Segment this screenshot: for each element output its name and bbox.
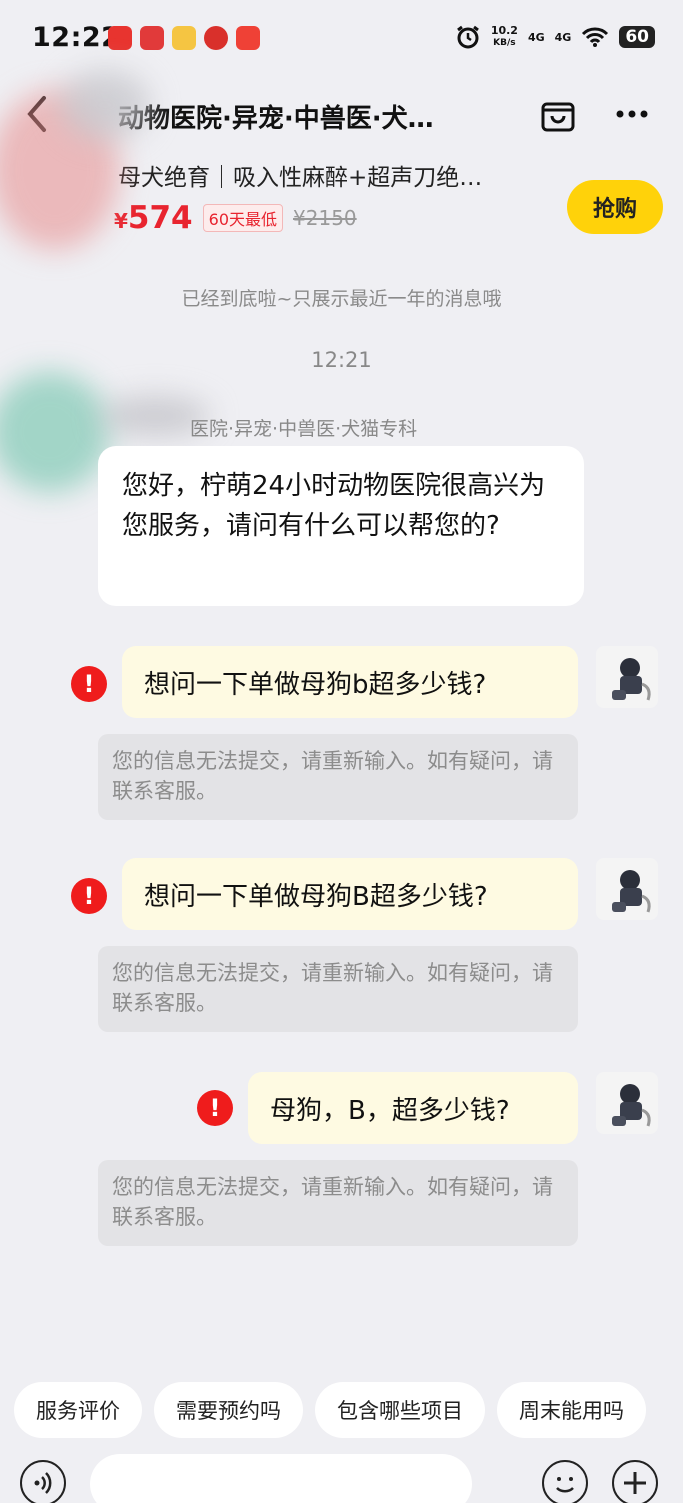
signal-2: 4G xyxy=(554,30,572,44)
net-speed: 10.2 KB/s xyxy=(491,25,518,49)
shop-title[interactable]: 动物医院·异宠·中兽医·犬… xyxy=(118,98,518,135)
send-failed-notice: 您的信息无法提交，请重新输入。如有疑问，请联系客服。 xyxy=(98,946,578,1032)
buy-button[interactable]: 抢购 xyxy=(567,180,663,234)
avatar-image xyxy=(612,870,651,913)
net-speed-unit: KB/s xyxy=(493,38,516,48)
quick-reply-weekend[interactable]: 周末能用吗 xyxy=(497,1382,646,1438)
quick-reply-appointment[interactable]: 需要预约吗 xyxy=(154,1382,303,1438)
app-notification-icon xyxy=(140,26,164,50)
signal-1: 4G xyxy=(527,30,545,44)
send-error-icon[interactable]: ! xyxy=(71,666,107,702)
status-indicators: 10.2 KB/s 4G 4G 60 xyxy=(455,24,655,50)
history-end-note: 已经到底啦~只展示最近一年的消息哦 xyxy=(181,288,502,310)
message-timestamp: 12:21 xyxy=(311,348,372,372)
more-icon xyxy=(616,110,648,118)
input-bar xyxy=(0,1454,683,1503)
user-avatar[interactable] xyxy=(596,1072,658,1134)
emoji-button[interactable] xyxy=(542,1460,588,1503)
price-value: 574 xyxy=(127,200,193,236)
outgoing-message[interactable]: 想问一下单做母狗B超多少钱? xyxy=(122,858,578,930)
quick-reply-bar: 服务评价 需要预约吗 包含哪些项目 周末能用吗 xyxy=(14,1382,646,1438)
avatar-image xyxy=(612,658,651,701)
send-failed-notice: 您的信息无法提交，请重新输入。如有疑问，请联系客服。 xyxy=(98,1160,578,1246)
privacy-blur xyxy=(60,70,150,140)
privacy-blur xyxy=(0,372,110,492)
wifi-icon xyxy=(582,27,609,47)
weibo-icon xyxy=(172,26,196,50)
app-notification-icon xyxy=(236,26,260,50)
outgoing-message[interactable]: 想问一下单做母狗b超多少钱? xyxy=(122,646,578,718)
voice-button[interactable] xyxy=(20,1460,66,1503)
plus-icon xyxy=(624,1472,646,1494)
alarm-icon xyxy=(456,25,479,49)
status-bar: 12:22 10.2 KB/s 4G 4G 60 xyxy=(0,0,683,78)
price-currency: ¥ xyxy=(114,209,128,233)
send-failed-notice: 您的信息无法提交，请重新输入。如有疑问，请联系客服。 xyxy=(98,734,578,820)
net-speed-value: 10.2 xyxy=(490,24,518,37)
original-price: ¥2150 xyxy=(293,206,357,230)
store-button[interactable] xyxy=(538,94,578,134)
current-price: ¥574 xyxy=(114,200,193,236)
user-avatar[interactable] xyxy=(596,858,658,920)
quick-reply-rating[interactable]: 服务评价 xyxy=(14,1382,142,1438)
price-row: ¥574 60天最低 ¥2150 xyxy=(114,200,357,236)
send-error-icon[interactable]: ! xyxy=(197,1090,233,1126)
lowest-price-badge: 60天最低 xyxy=(202,204,284,232)
app-notification-icon xyxy=(204,26,228,50)
notification-icons xyxy=(108,26,260,50)
merchant-name: 医院·异宠·中兽医·犬猫专科 xyxy=(190,418,418,440)
emoji-icon xyxy=(556,1477,574,1493)
user-avatar[interactable] xyxy=(596,646,658,708)
outgoing-message[interactable]: 母狗，B，超多少钱? xyxy=(248,1072,578,1144)
product-name[interactable]: 母犬绝育｜吸入性麻醉+超声刀绝… xyxy=(118,158,482,192)
incoming-message[interactable]: 您好，柠萌24小时动物医院很高兴为您服务，请问有什么可以帮您的? xyxy=(98,446,584,606)
store-icon xyxy=(541,102,575,132)
app-notification-icon xyxy=(108,26,132,50)
battery-level: 60 xyxy=(619,26,655,48)
quick-reply-items[interactable]: 包含哪些项目 xyxy=(315,1382,485,1438)
message-input[interactable] xyxy=(90,1454,472,1503)
avatar-image xyxy=(612,1084,651,1127)
more-actions-button[interactable] xyxy=(612,1460,658,1503)
send-error-icon[interactable]: ! xyxy=(71,878,107,914)
voice-icon xyxy=(34,1472,52,1494)
more-button[interactable] xyxy=(612,96,652,132)
